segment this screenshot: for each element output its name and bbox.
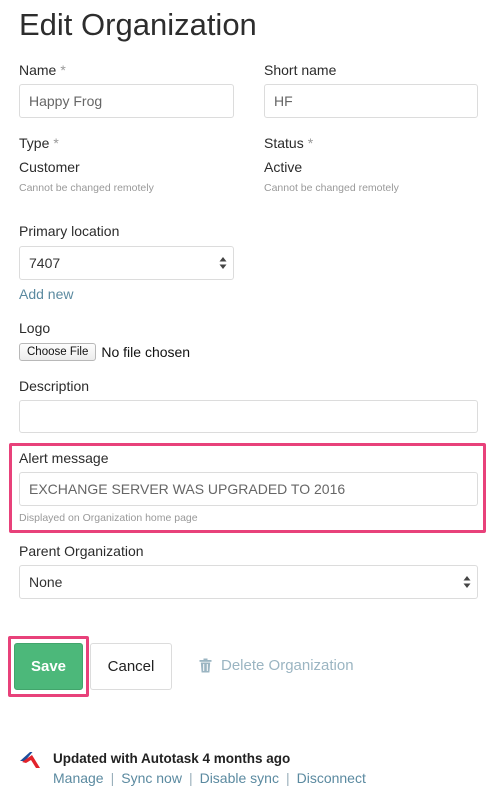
separator: | bbox=[285, 770, 290, 786]
sync-now-link[interactable]: Sync now bbox=[121, 770, 182, 786]
autotask-logo-icon bbox=[20, 752, 40, 768]
separator: | bbox=[188, 770, 193, 786]
alert-message-value: EXCHANGE SERVER WAS UPGRADED TO 2016 bbox=[29, 481, 346, 497]
status-value: Active bbox=[264, 159, 303, 175]
choose-file-button[interactable]: Choose File bbox=[19, 343, 97, 361]
short-name-label: Short name bbox=[264, 62, 337, 78]
type-value: Customer bbox=[19, 159, 80, 175]
trash-icon bbox=[199, 658, 212, 673]
description-label: Description bbox=[19, 378, 90, 394]
file-status-text: No file chosen bbox=[101, 344, 191, 360]
disable-sync-link[interactable]: Disable sync bbox=[200, 770, 279, 786]
primary-location-value: 7407 bbox=[29, 255, 61, 271]
type-label: Type * bbox=[19, 135, 59, 151]
select-arrows-icon bbox=[463, 576, 471, 588]
status-hint: Cannot be changed remotely bbox=[264, 182, 399, 194]
alert-message-hint: Displayed on Organization home page bbox=[19, 512, 198, 524]
primary-location-label: Primary location bbox=[19, 223, 120, 239]
manage-link[interactable]: Manage bbox=[53, 770, 104, 786]
parent-organization-value: None bbox=[29, 574, 63, 590]
short-name-input[interactable]: HF bbox=[264, 84, 478, 118]
name-input[interactable]: Happy Frog bbox=[19, 84, 234, 118]
name-value: Happy Frog bbox=[29, 93, 103, 109]
add-new-location-link[interactable]: Add new bbox=[19, 286, 73, 302]
delete-organization-button[interactable]: Delete Organization bbox=[199, 657, 354, 674]
parent-organization-select[interactable]: None bbox=[19, 565, 478, 599]
delete-organization-label: Delete Organization bbox=[221, 657, 354, 674]
short-name-value: HF bbox=[274, 93, 293, 109]
type-hint: Cannot be changed remotely bbox=[19, 182, 154, 194]
parent-organization-label: Parent Organization bbox=[19, 543, 144, 559]
logo-label: Logo bbox=[19, 320, 51, 336]
separator: | bbox=[110, 770, 115, 786]
name-label: Name * bbox=[19, 62, 66, 78]
file-picker: Choose File No file chosen bbox=[19, 343, 190, 361]
select-arrows-icon bbox=[219, 257, 227, 269]
status-label: Status * bbox=[264, 135, 314, 151]
primary-location-select[interactable]: 7407 bbox=[19, 246, 234, 280]
alert-message-label: Alert message bbox=[19, 450, 109, 466]
cancel-button[interactable]: Cancel bbox=[90, 643, 172, 690]
description-input[interactable] bbox=[19, 400, 478, 433]
save-button[interactable]: Save bbox=[14, 643, 83, 690]
sync-status-text: Updated with Autotask 4 months ago bbox=[53, 751, 291, 766]
alert-message-input[interactable]: EXCHANGE SERVER WAS UPGRADED TO 2016 bbox=[19, 472, 478, 506]
disconnect-link[interactable]: Disconnect bbox=[297, 770, 366, 786]
page-title: Edit Organization bbox=[19, 7, 257, 42]
sync-links: Manage | Sync now | Disable sync | Disconnect bbox=[53, 770, 366, 788]
